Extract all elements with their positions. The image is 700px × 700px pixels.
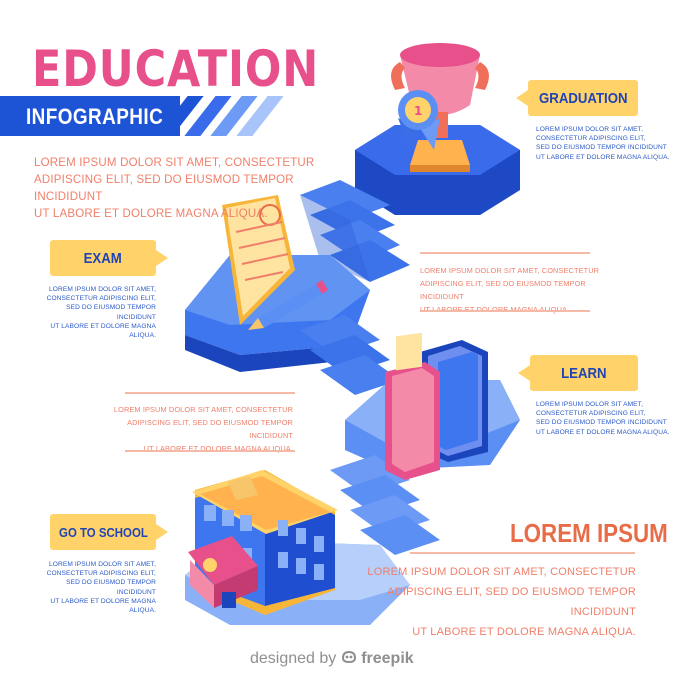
graduation-text: LOREM IPSUM DOLOR SIT AMET, CONSECTETUR … [536,125,686,162]
school-building-icon [188,470,338,615]
footer-line: LOREM IPSUM DOLOR SIT AMET, CONSECTETUR [367,566,636,578]
learn-tag: LEARN [518,355,638,391]
school-line: LOREM IPSUM DOLOR SIT AMET, [49,561,156,568]
lorem-heading: LOREM IPSUM [510,518,668,548]
school-text: LOREM IPSUM DOLOR SIT AMET, CONSECTETUR … [30,560,156,615]
divider [420,310,590,312]
mid-right-text: LOREM IPSUM DOLOR SIT AMET, CONSECTETUR … [420,264,610,316]
graduation-line: CONSECTETUR ADIPISCING ELIT, [536,135,646,143]
exam-line: CONSECTETUR ADIPISCING ELIT, [46,295,156,303]
school-label: GO TO SCHOOL [58,524,148,540]
mid-left-line: ADIPISCING ELIT, SED DO EIUSMOD TEMPOR I… [127,418,293,440]
learn-line: UT LABORE ET DOLORE MAGNA ALIQUA. [536,428,670,436]
mid-left-line: UT LABORE ET DOLORE MAGNA ALIQUA. [143,444,293,453]
graduation-label: GRADUATION [538,89,628,107]
divider [125,450,295,452]
mid-left-line: LOREM IPSUM DOLOR SIT AMET, CONSECTETUR [113,405,293,414]
graduation-line: UT LABORE ET DOLORE MAGNA ALIQUA. [536,153,670,161]
tag-pointer [156,524,168,540]
learn-line: LOREM IPSUM DOLOR SIT AMET, [536,401,643,408]
tag-pointer [516,90,528,106]
tag-pointer [156,250,168,266]
intro-line: ADIPISCING ELIT, SED DO EIUSMOD TEMPOR I… [34,174,294,203]
divider [420,252,590,254]
graduation-line: SED DO EIUSMOD TEMPOR INCIDIDUNT [536,144,667,152]
divider [410,552,635,554]
learn-label: LEARN [561,364,607,382]
exam-line: SED DO EIUSMOD TEMPOR INCIDIDUNT [66,304,156,321]
learn-text: LOREM IPSUM DOLOR SIT AMET, CONSECTETUR … [536,400,686,437]
exam-text: LOREM IPSUM DOLOR SIT AMET, CONSECTETUR … [30,285,156,340]
freepik-logo-icon [341,650,357,664]
exam-tag: EXAM [50,240,168,276]
credit-brand: freepik [361,650,414,667]
exam-line: UT LABORE ET DOLORE MAGNA ALIQUA. [50,322,156,340]
learn-line: SED DO EIUSMOD TEMPOR INCIDIDUNT [536,419,667,427]
tag-pointer [518,365,530,381]
footer-line: UT LABORE ET DOLORE MAGNA ALIQUA. [412,626,636,638]
page-title: EDUCATION [32,40,320,98]
school-line: UT LABORE ET DOLORE MAGNA ALIQUA. [50,597,156,615]
footer-paragraph: LOREM IPSUM DOLOR SIT AMET, CONSECTETUR … [360,562,636,642]
mid-left-text: LOREM IPSUM DOLOR SIT AMET, CONSECTETUR … [105,403,293,455]
credit: designed by freepik [250,650,414,668]
mid-right-line: LOREM IPSUM DOLOR SIT AMET, CONSECTETUR [420,266,600,275]
school-line: CONSECTETUR ADIPISCING ELIT, [46,570,156,578]
graduation-tag: GRADUATION [516,80,638,116]
exam-line: LOREM IPSUM DOLOR SIT AMET, [49,286,156,293]
school-tag: GO TO SCHOOL [50,514,168,550]
learn-line: CONSECTETUR ADIPISCING ELIT, [536,410,646,418]
graduation-line: LOREM IPSUM DOLOR SIT AMET, [536,126,643,133]
credit-prefix: designed by [250,650,337,667]
school-line: SED DO EIUSMOD TEMPOR INCIDIDUNT [66,579,156,596]
intro-paragraph: LOREM IPSUM DOLOR SIT AMET, CONSECTETUR … [34,155,334,223]
footer-line: ADIPISCING ELIT, SED DO EIUSMOD TEMPOR I… [387,586,636,618]
svg-text:1: 1 [414,104,422,118]
page-subtitle: INFOGRAPHIC [26,104,164,129]
intro-line: UT LABORE ET DOLORE MAGNA ALIQUA. [34,208,268,220]
mid-right-line: ADIPISCING ELIT, SED DO EIUSMOD TEMPOR I… [420,279,586,301]
intro-line: LOREM IPSUM DOLOR SIT AMET, CONSECTETUR [34,157,315,169]
divider [125,392,295,394]
exam-label: EXAM [83,249,123,267]
